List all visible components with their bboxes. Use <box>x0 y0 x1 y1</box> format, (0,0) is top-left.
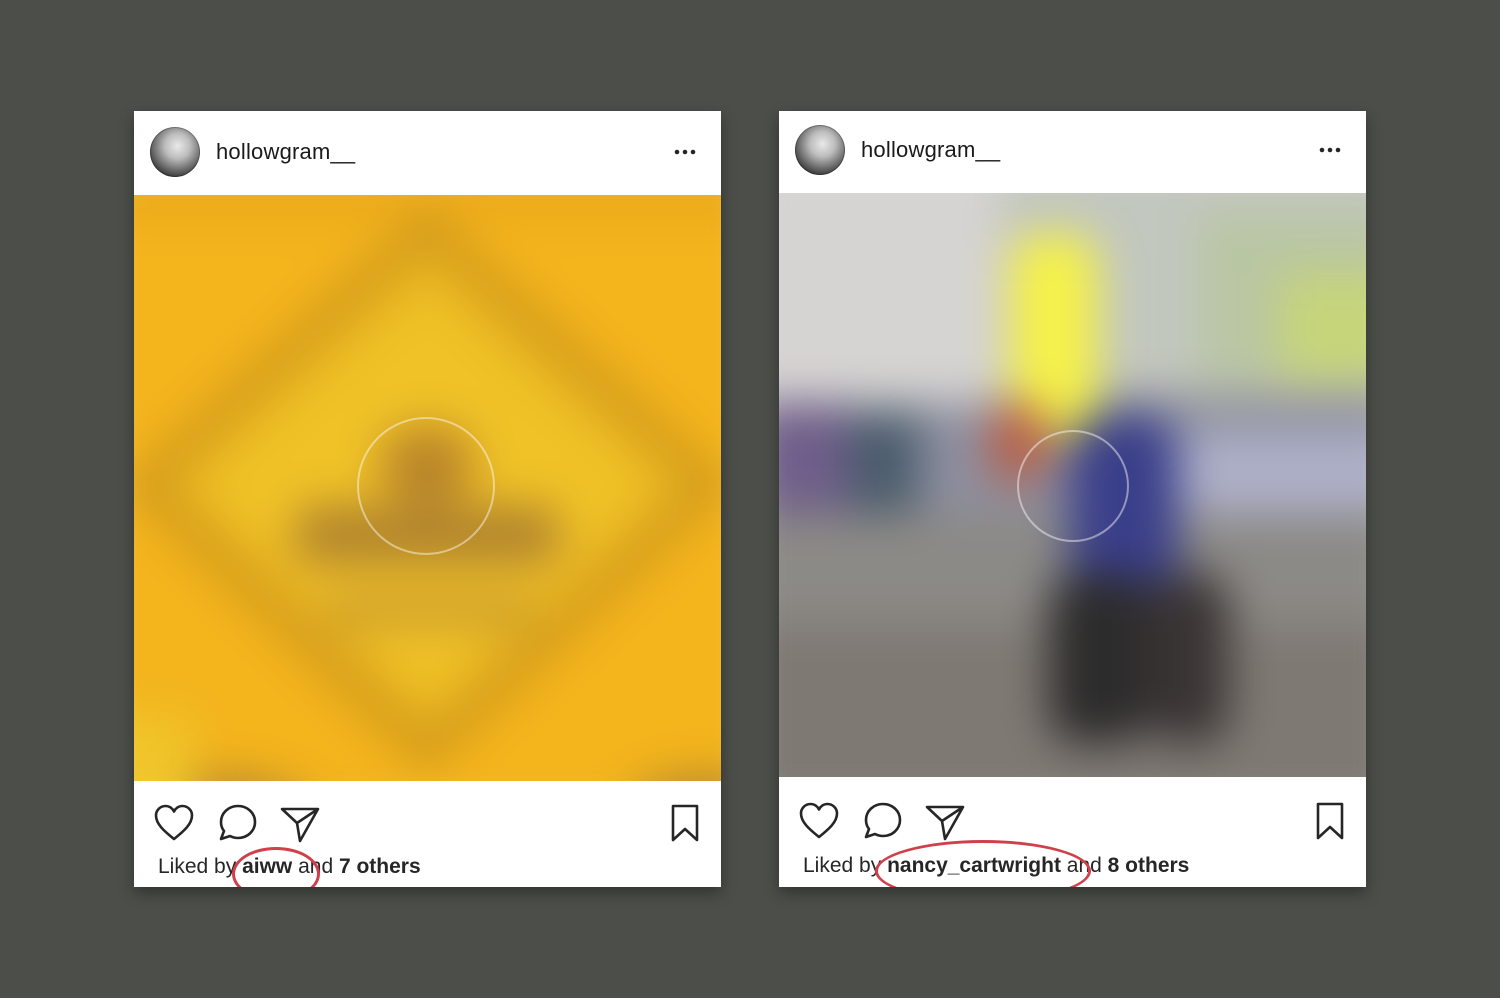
paper-plane-icon[interactable] <box>923 799 967 843</box>
avatar[interactable] <box>795 125 845 175</box>
avatar[interactable] <box>150 127 200 177</box>
heart-icon[interactable] <box>152 801 196 845</box>
comment-bubble-icon[interactable] <box>861 799 905 843</box>
post-card: hollowgram__ <box>134 111 721 887</box>
heart-icon[interactable] <box>797 799 841 843</box>
likes-others[interactable]: 7 others <box>339 855 421 878</box>
bookmark-icon[interactable] <box>665 801 705 845</box>
play-circle-icon[interactable] <box>1017 430 1129 542</box>
post-card: hollowgram__ <box>779 111 1366 887</box>
more-options-icon[interactable] <box>1318 140 1342 160</box>
likes-others[interactable]: 8 others <box>1108 854 1190 877</box>
username[interactable]: hollowgram__ <box>861 137 1000 163</box>
likes-prefix: Liked by <box>158 855 243 878</box>
action-bar <box>779 793 1366 853</box>
more-options-icon[interactable] <box>673 142 697 162</box>
play-circle-icon[interactable] <box>357 417 495 555</box>
paper-plane-icon[interactable] <box>278 801 322 845</box>
post-header: hollowgram__ <box>134 111 721 195</box>
post-photo[interactable] <box>779 193 1366 777</box>
bookmark-icon[interactable] <box>1310 799 1350 843</box>
username[interactable]: hollowgram__ <box>216 139 355 165</box>
post-header: hollowgram__ <box>779 111 1366 193</box>
comment-bubble-icon[interactable] <box>216 801 260 845</box>
post-photo[interactable] <box>134 195 721 781</box>
action-bar <box>134 795 721 855</box>
